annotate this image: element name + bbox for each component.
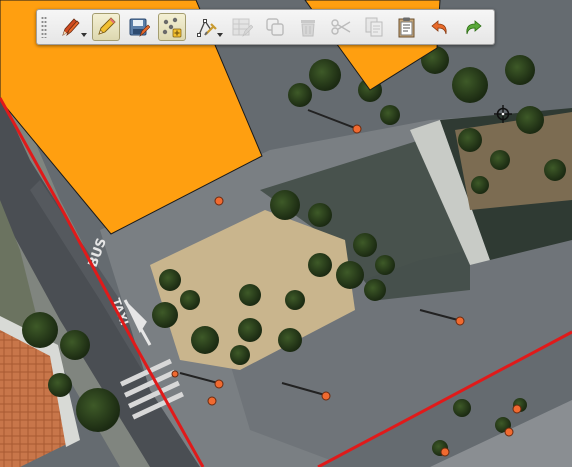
chevron-down-icon[interactable]	[80, 33, 87, 37]
point-feature[interactable]	[214, 379, 224, 389]
chevron-down-icon[interactable]	[216, 33, 223, 37]
save-layer-edits-button[interactable]	[125, 13, 153, 41]
point-feature[interactable]	[504, 427, 514, 437]
copy-move-icon	[265, 18, 284, 36]
toggle-editing-button[interactable]	[91, 13, 120, 41]
point-feature[interactable]	[512, 404, 522, 414]
crosshair-cursor-icon	[494, 105, 512, 123]
copy-features-button[interactable]	[360, 13, 388, 41]
modify-attributes-button[interactable]	[228, 13, 256, 41]
copy-move-button[interactable]	[261, 13, 289, 41]
point-feature[interactable]	[214, 196, 224, 206]
pencil-icon	[97, 17, 116, 35]
map-canvas[interactable]: BUS TAXI	[0, 0, 572, 467]
redo-icon	[465, 20, 482, 35]
vertex-tool-icon	[196, 19, 217, 37]
undo-icon	[430, 20, 447, 35]
point-feature[interactable]	[171, 370, 179, 378]
vertex-tool-button[interactable]	[191, 13, 223, 41]
point-feature[interactable]	[352, 124, 362, 134]
point-feature[interactable]	[455, 316, 465, 326]
pencils-icon	[61, 18, 80, 37]
copy-icon	[365, 17, 382, 37]
cut-features-button[interactable]	[327, 13, 355, 41]
point-feature[interactable]	[207, 396, 217, 406]
point-feature[interactable]	[321, 391, 331, 401]
add-point-feature-button[interactable]	[157, 13, 186, 41]
paste-features-button[interactable]	[393, 13, 421, 41]
undo-button[interactable]	[426, 13, 454, 41]
save-edits-icon	[129, 18, 150, 37]
paste-icon	[398, 17, 414, 38]
redo-button[interactable]	[459, 13, 487, 41]
point-feature[interactable]	[440, 447, 450, 457]
trash-icon	[300, 20, 315, 37]
scissors-icon	[330, 19, 350, 35]
digitizing-toolbar	[36, 9, 495, 45]
toolbar-grip-handle[interactable]	[41, 16, 47, 38]
add-point-icon	[162, 17, 181, 38]
current-edits-button[interactable]	[55, 13, 87, 41]
table-edit-icon	[232, 18, 253, 37]
delete-selected-button[interactable]	[294, 13, 322, 41]
